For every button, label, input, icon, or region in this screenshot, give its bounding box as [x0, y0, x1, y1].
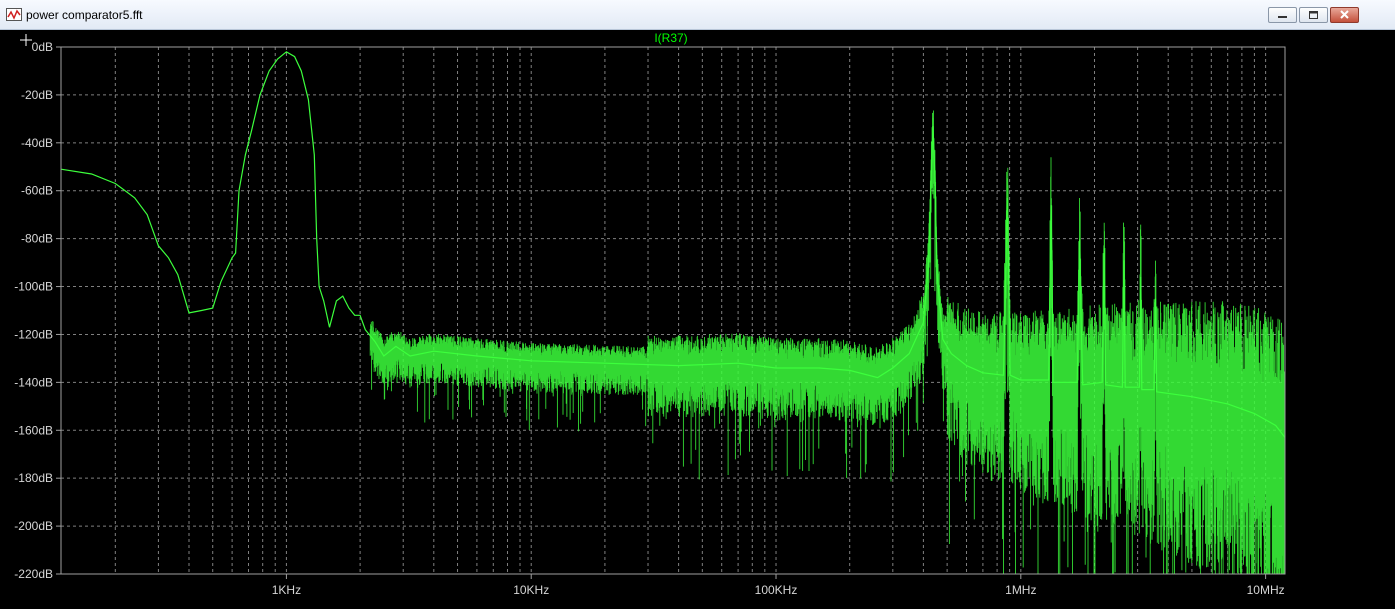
x-tick-label-3: 1MHz	[1005, 583, 1036, 597]
cursor-crosshair	[20, 34, 32, 46]
minimize-button[interactable]	[1268, 7, 1297, 23]
trace-group	[60, 51, 1286, 574]
y-tick-label-1: -20dB	[21, 88, 53, 102]
trace-title[interactable]: I(R37)	[654, 31, 687, 45]
restore-button[interactable]	[1299, 7, 1328, 23]
y-tick-label-10: -200dB	[14, 519, 53, 533]
y-tick-label-11: -220dB	[14, 567, 53, 581]
waveform-icon	[6, 8, 22, 21]
x-tick-label-4: 10MHz	[1247, 583, 1285, 597]
y-tick-label-8: -160dB	[14, 423, 53, 437]
x-tick-label-1: 10KHz	[513, 583, 549, 597]
close-icon	[1340, 10, 1349, 19]
y-tick-label-2: -40dB	[21, 136, 53, 150]
restore-icon	[1309, 11, 1318, 19]
title-bar: power comparator5.fft	[0, 0, 1395, 30]
y-tick-label-5: -100dB	[14, 280, 53, 294]
window-title: power comparator5.fft	[26, 8, 143, 22]
close-button[interactable]	[1330, 7, 1359, 23]
y-tick-label-7: -140dB	[14, 375, 53, 389]
x-tick-label-0: 1KHz	[272, 583, 301, 597]
x-axis-labels: 1KHz 10KHz 100KHz 1MHz 10MHz	[272, 574, 1285, 597]
y-tick-label-6: -120dB	[14, 327, 53, 341]
y-tick-label-0: 0dB	[32, 40, 53, 54]
plot-area[interactable]: 0dB -20dB -40dB -60dB -80dB -100dB -120dB -140d…	[0, 30, 1395, 609]
minimize-icon	[1278, 16, 1287, 18]
y-axis-labels: 0dB -20dB -40dB -60dB -80dB -100dB -120dB -140d…	[14, 40, 61, 581]
y-tick-label-4: -80dB	[21, 232, 53, 246]
fft-chart[interactable]: 0dB -20dB -40dB -60dB -80dB -100dB -120dB -140d…	[0, 30, 1395, 609]
window-controls	[1268, 7, 1359, 23]
y-tick-label-3: -60dB	[21, 184, 53, 198]
y-tick-label-9: -180dB	[14, 471, 53, 485]
x-tick-label-2: 100KHz	[755, 583, 798, 597]
